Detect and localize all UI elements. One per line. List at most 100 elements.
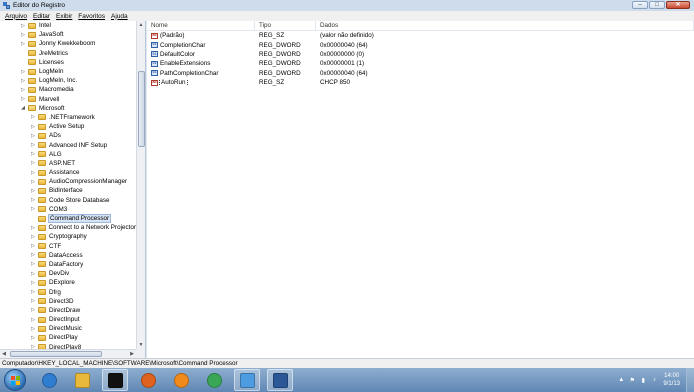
tree-item[interactable]: ▷ DevDiv (0, 269, 136, 278)
maximize-button[interactable]: □ (649, 1, 665, 9)
taskbar-button[interactable] (69, 369, 95, 391)
tree-item[interactable]: JreMetrics (0, 49, 136, 58)
menu-arquivo[interactable]: Arquivo (2, 13, 30, 20)
tree-item[interactable]: ▷ Advanced INF Setup (0, 140, 136, 149)
tree-item[interactable]: ▷ BidInterface (0, 186, 136, 195)
menu-exibir[interactable]: Exibir (53, 13, 75, 20)
expand-arrow-icon[interactable]: ▷ (30, 243, 36, 249)
minimize-button[interactable]: – (632, 1, 648, 9)
expand-arrow-icon[interactable]: ▷ (20, 96, 26, 102)
expand-arrow-icon[interactable]: ▷ (30, 252, 36, 258)
clock[interactable]: 14:00 9/1/13 (663, 372, 680, 388)
tree-item[interactable]: ▷ ALG (0, 150, 136, 159)
expand-arrow-icon[interactable]: ▷ (30, 261, 36, 267)
tree-item[interactable]: ▷ DirectDraw (0, 306, 136, 315)
show-desktop-button[interactable] (686, 368, 694, 392)
tree-item[interactable]: ▷ AudioCompressionManager (0, 177, 136, 186)
taskbar-button[interactable] (267, 369, 293, 391)
expand-arrow-icon[interactable]: ▷ (20, 87, 26, 93)
expand-arrow-icon[interactable]: ▷ (30, 170, 36, 176)
expand-arrow-icon[interactable]: ▷ (30, 280, 36, 286)
tree-item[interactable]: ▷ Macromedia (0, 85, 136, 94)
start-button[interactable] (4, 369, 26, 391)
expand-arrow-icon[interactable]: ▷ (30, 179, 36, 185)
expand-arrow-icon[interactable]: ▷ (30, 197, 36, 203)
network-icon[interactable]: ▮ (639, 376, 647, 384)
expand-arrow-icon[interactable]: ▷ (20, 78, 26, 84)
scroll-down-icon[interactable]: ▼ (137, 341, 145, 349)
tree-item[interactable]: ▷ ASP.NET (0, 159, 136, 168)
taskbar-button[interactable] (168, 369, 194, 391)
menu-favoritos[interactable]: Favoritos (75, 13, 108, 20)
tree-item[interactable]: ▷ DirectInput (0, 315, 136, 324)
column-header-type[interactable]: Tipo (255, 20, 316, 31)
tree-item[interactable]: ▷ DExplore (0, 278, 136, 287)
expand-arrow-icon[interactable]: ▷ (30, 326, 36, 332)
tree-item[interactable]: ▷ Dfrg (0, 287, 136, 296)
value-row[interactable]: 01 EnableExtensions REG_DWORD 0x00000001 (1… (147, 59, 694, 68)
show-hidden-icons-icon[interactable]: ▲ (617, 376, 625, 384)
expand-arrow-icon[interactable]: ▷ (30, 225, 36, 231)
column-header-data[interactable]: Dados (316, 20, 694, 31)
scroll-left-icon[interactable]: ◀ (0, 350, 8, 358)
tree-item[interactable]: ▷ ADs (0, 131, 136, 140)
expand-arrow-icon[interactable]: ▷ (20, 32, 26, 38)
tree-item[interactable]: ◢ Microsoft (0, 104, 136, 113)
value-row[interactable]: 01 PathCompletionChar REG_DWORD 0x00000040 … (147, 69, 694, 78)
value-row[interactable]: 01 DefaultColor REG_DWORD 0x00000000 (0) (147, 50, 694, 59)
expand-arrow-icon[interactable]: ▷ (20, 69, 26, 75)
expand-arrow-icon[interactable]: ▷ (30, 114, 36, 120)
value-row[interactable]: ab (Padrão) REG_SZ (valor não definido) (147, 31, 694, 40)
tree-item[interactable]: ▷ DataAccess (0, 251, 136, 260)
taskbar-button[interactable] (135, 369, 161, 391)
tree-item[interactable]: Licenses (0, 58, 136, 67)
expand-arrow-icon[interactable]: ▷ (20, 41, 26, 47)
expand-arrow-icon[interactable]: ▷ (30, 124, 36, 130)
tree-item[interactable]: ▷ Code Store Database (0, 196, 136, 205)
expand-arrow-icon[interactable]: ▷ (30, 142, 36, 148)
tree-vertical-scrollbar[interactable]: ▲ ▼ (136, 21, 145, 349)
value-row[interactable]: 01 CompletionChar REG_DWORD 0x00000040 (64) (147, 40, 694, 49)
column-header-name[interactable]: Nome (147, 20, 255, 31)
menu-ajuda[interactable]: Ajuda (108, 13, 131, 20)
expand-arrow-icon[interactable]: ▷ (30, 298, 36, 304)
tree-item[interactable]: ▷ JavaSoft (0, 30, 136, 39)
expand-arrow-icon[interactable]: ▷ (30, 188, 36, 194)
expand-arrow-icon[interactable]: ▷ (30, 160, 36, 166)
tree-item[interactable]: Command Processor (0, 214, 136, 224)
volume-icon[interactable]: ♪ (650, 376, 658, 384)
tree-item[interactable]: ▷ Connect to a Network Projector (0, 223, 136, 232)
tree-item[interactable]: ▷ Active Setup (0, 122, 136, 131)
taskbar-button[interactable] (234, 369, 260, 391)
tree-item[interactable]: ▷ Cryptography (0, 232, 136, 241)
tree-item[interactable]: ▷ Marvell (0, 95, 136, 104)
scroll-right-icon[interactable]: ▶ (128, 350, 136, 358)
expand-arrow-icon[interactable]: ▷ (30, 271, 36, 277)
tree-item[interactable]: ▷ LogMeIn, Inc. (0, 76, 136, 85)
expand-arrow-icon[interactable]: ▷ (30, 206, 36, 212)
menu-editar[interactable]: Editar (30, 13, 53, 20)
close-button[interactable]: ✕ (666, 1, 690, 9)
tree-horizontal-scrollbar[interactable]: ◀ ▶ (0, 349, 136, 358)
scroll-up-icon[interactable]: ▲ (137, 21, 145, 29)
tree-item[interactable]: ▷ Jonny Kwekkeboom (0, 39, 136, 48)
tree-item[interactable]: ▷ CTF (0, 242, 136, 251)
tree-item[interactable]: ▷ LogMeIn (0, 67, 136, 76)
tree-item[interactable]: ▷ Assistance (0, 168, 136, 177)
expand-arrow-icon[interactable]: ▷ (30, 317, 36, 323)
tree-item[interactable]: ▷ Intel (0, 21, 136, 30)
expand-arrow-icon[interactable]: ▷ (20, 23, 26, 29)
tree-item[interactable]: ▷ Direct3D (0, 297, 136, 306)
taskbar-button[interactable] (36, 369, 62, 391)
scroll-thumb[interactable] (138, 71, 145, 147)
expand-arrow-icon[interactable]: ▷ (30, 234, 36, 240)
hscroll-thumb[interactable] (10, 351, 102, 357)
expand-arrow-icon[interactable]: ◢ (20, 105, 26, 111)
expand-arrow-icon[interactable]: ▷ (30, 151, 36, 157)
tree-item[interactable]: ▷ COM3 (0, 205, 136, 214)
expand-arrow-icon[interactable]: ▷ (30, 133, 36, 139)
action-center-icon[interactable]: ⚑ (628, 376, 636, 384)
tree-item[interactable]: ▷ DirectPlay (0, 333, 136, 342)
taskbar-button[interactable] (201, 369, 227, 391)
expand-arrow-icon[interactable]: ▷ (30, 335, 36, 341)
